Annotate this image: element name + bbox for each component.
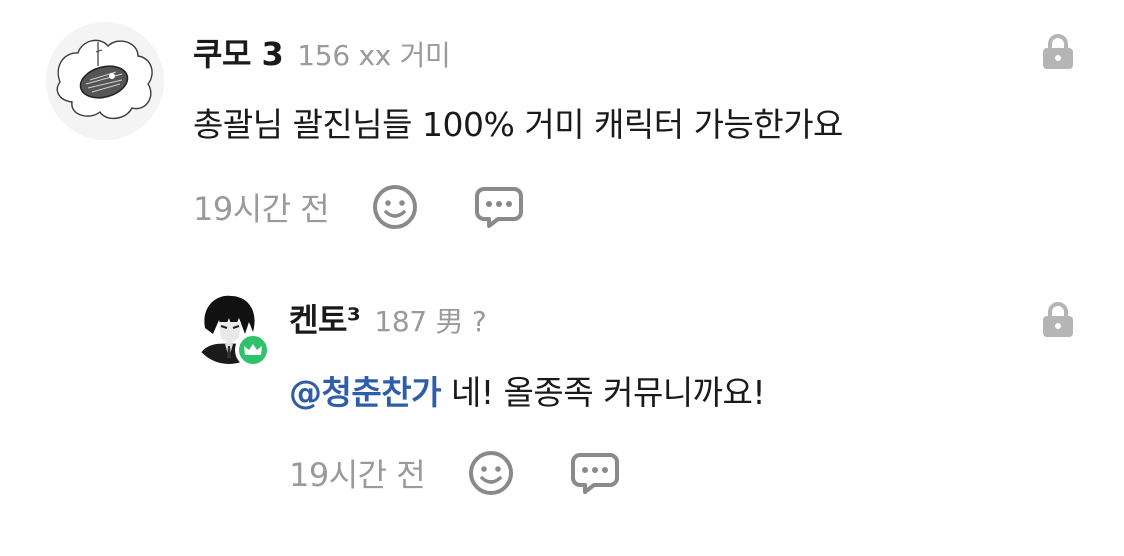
- mention-link[interactable]: @청춘찬가: [289, 373, 441, 412]
- comment-text: 총괄님 괄진님들 100% 거미 캐릭터 가능한가요: [193, 105, 843, 144]
- username[interactable]: 쿠모 3: [193, 29, 284, 75]
- lock-icon: [1041, 302, 1075, 338]
- timestamp: 19시간 전: [289, 456, 426, 494]
- lock-icon: [1041, 34, 1075, 70]
- comment-meta: 19시간 전: [193, 182, 577, 232]
- user-info: 187 男 ?: [374, 305, 487, 338]
- comment: 쿠모 3 156 xx 거미 총괄님 괄진님들 100% 거미 캐릭터 가능한가…: [0, 0, 1124, 270]
- user-info: 156 xx 거미: [297, 39, 451, 72]
- comment-header: 쿠모 3 156 xx 거미: [193, 29, 451, 79]
- username[interactable]: 켄토³: [289, 295, 361, 341]
- reply-text: 네! 올종족 커뮤니까요!: [450, 373, 766, 412]
- avatar[interactable]: [46, 22, 164, 140]
- comment-text: @청춘찬가 네! 올종족 커뮤니까요!: [289, 371, 766, 415]
- reply-comment-icon[interactable]: [473, 181, 525, 233]
- timestamp: 19시간 전: [193, 190, 330, 228]
- reply-comment: 켄토³ 187 男 ? @청춘찬가 네! 올종족 커뮤니까요! 19시간 전: [0, 270, 1124, 556]
- comment-header: 켄토³ 187 男 ?: [289, 295, 487, 345]
- comment-meta: 19시간 전: [289, 448, 673, 498]
- sketch-avatar-icon: [46, 22, 164, 140]
- avatar[interactable]: [191, 288, 273, 370]
- crown-icon: [235, 332, 271, 368]
- emoji-reaction-icon[interactable]: [369, 181, 421, 233]
- reply-comment-icon[interactable]: [569, 447, 621, 499]
- emoji-reaction-icon[interactable]: [465, 447, 517, 499]
